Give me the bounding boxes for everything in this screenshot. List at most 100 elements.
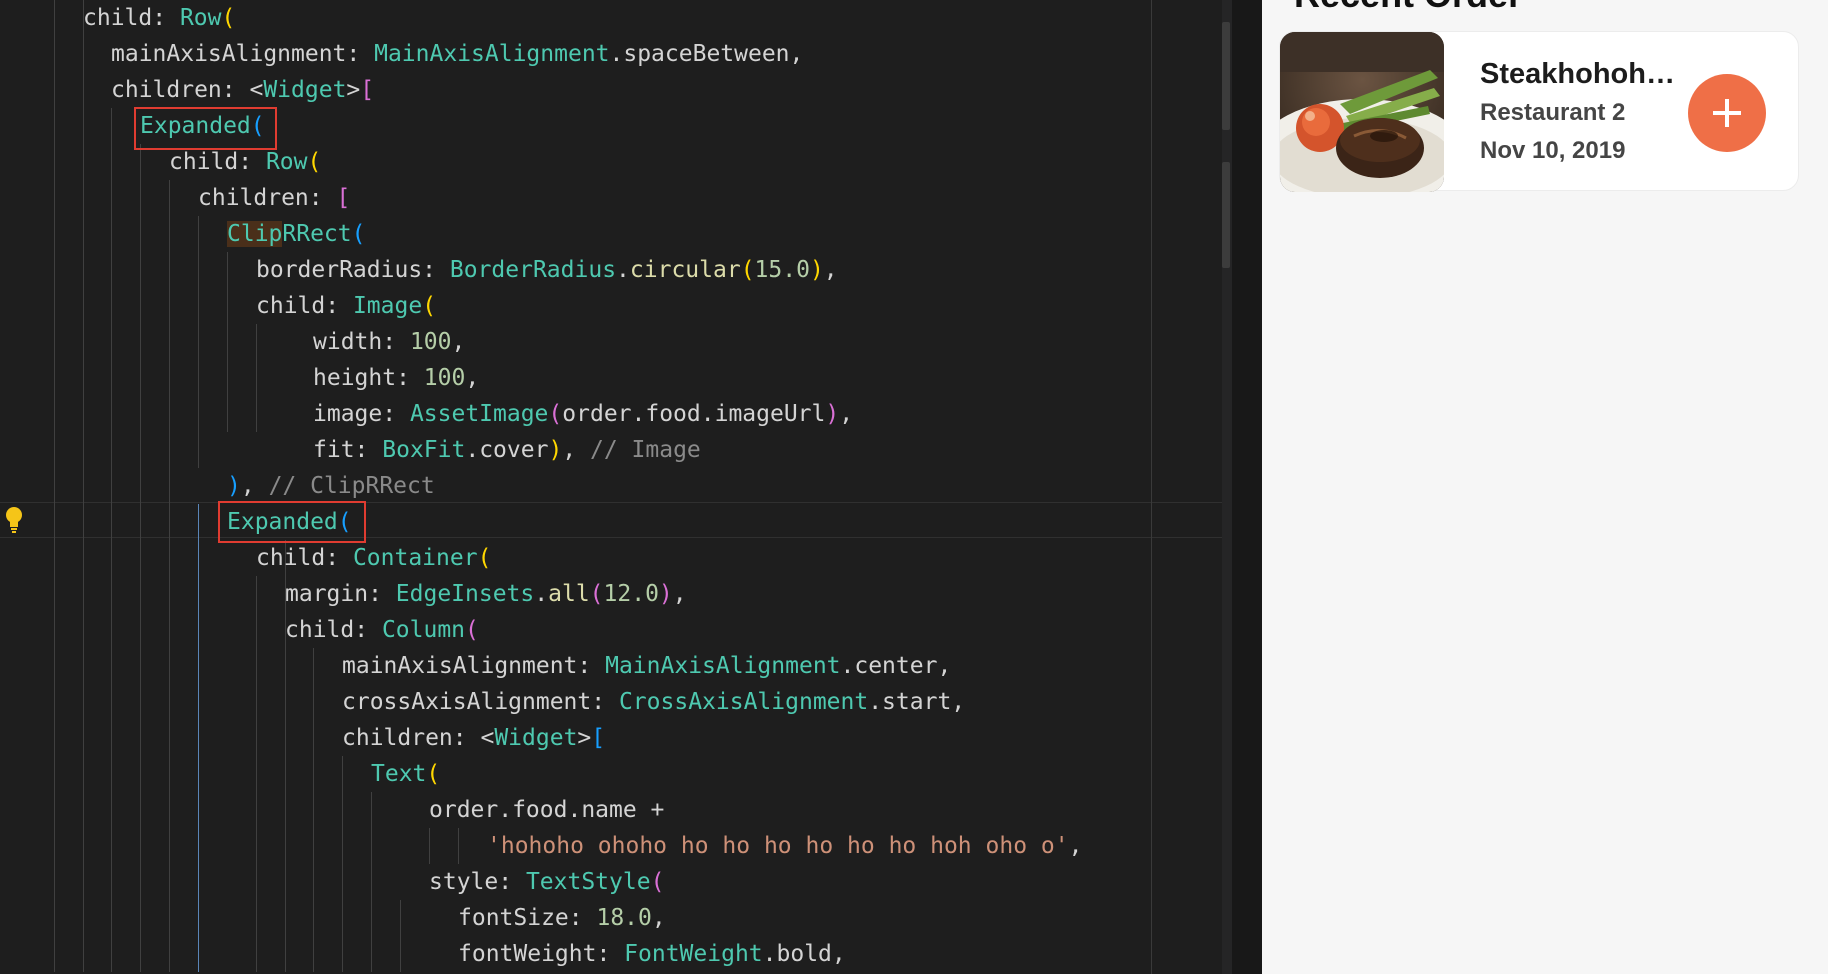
code-token: order.food.imageUrl	[562, 401, 826, 427]
add-to-cart-button[interactable]	[1688, 74, 1766, 152]
food-image	[1280, 32, 1444, 192]
editor-ruler	[1151, 0, 1152, 974]
code-token: children:	[198, 185, 337, 211]
editor-scrollbar[interactable]	[1222, 0, 1232, 974]
code-token: child:	[256, 545, 353, 571]
app-window: child: Row(mainAxisAlignment: MainAxisAl…	[0, 0, 1828, 974]
indent-guide	[169, 180, 170, 972]
indent-guide	[198, 216, 199, 468]
code-line: child: Container(	[256, 540, 491, 576]
code-token: CrossAxisAlignment	[618, 689, 869, 715]
code-token: ,	[465, 365, 480, 391]
code-token: (	[351, 221, 366, 247]
code-token: )	[658, 581, 673, 607]
order-food-name: Steakhohohoho ohoho ho ho ho ho ho ho ho…	[1480, 58, 1690, 90]
code-token: 12.0	[603, 581, 659, 607]
indent-guide	[198, 504, 199, 972]
code-token: ,	[823, 257, 838, 283]
code-token: 15.0	[754, 257, 810, 283]
code-token: .start,	[868, 689, 966, 715]
code-line: mainAxisAlignment: MainAxisAlignment.spa…	[111, 36, 803, 72]
code-token: borderRadius:	[256, 257, 450, 283]
code-token: (	[589, 581, 604, 607]
code-token: ,	[562, 437, 590, 463]
code-token: (	[650, 869, 665, 895]
code-line: borderRadius: BorderRadius.circular(15.0…	[256, 252, 838, 288]
code-token: ,	[651, 905, 666, 931]
code-token: Image	[352, 293, 423, 319]
code-line: fontWeight: FontWeight.bold,	[458, 936, 846, 972]
code-token: EdgeInsets	[395, 581, 535, 607]
code-token: MainAxisAlignment	[374, 41, 610, 67]
code-line: child: Image(	[256, 288, 436, 324]
code-line: children: <Widget>[	[111, 72, 374, 108]
indent-guide	[140, 144, 141, 972]
code-token: BoxFit	[382, 437, 466, 463]
code-line: height: 100,	[313, 360, 479, 396]
code-token: .spaceBetween,	[609, 41, 804, 67]
code-token: // Image	[590, 437, 701, 463]
code-token: (	[426, 761, 441, 787]
indent-guide	[342, 756, 343, 972]
code-token: (	[740, 257, 755, 283]
expanded-highlight-box-2	[218, 501, 366, 543]
scrollbar-thumb[interactable]	[1222, 162, 1230, 268]
code-token: height:	[313, 365, 424, 391]
section-title: Recent Order	[1294, 0, 1522, 16]
code-line: ), // ClipRRect	[227, 468, 435, 504]
code-token: 100	[409, 329, 452, 355]
code-token: .center,	[840, 653, 952, 679]
indent-guide	[400, 900, 401, 972]
app-preview: Recent Order	[1262, 0, 1828, 974]
code-token: (	[477, 545, 492, 571]
code-line: children: <Widget>[	[342, 720, 605, 756]
code-token: 'hohoho ohoho ho ho ho ho ho ho hoh oho …	[487, 833, 1069, 859]
code-line: mainAxisAlignment: MainAxisAlignment.cen…	[342, 648, 951, 684]
code-token: (	[465, 617, 479, 643]
code-token: Row	[265, 149, 308, 175]
code-token: Row	[179, 5, 222, 31]
lightbulb-icon[interactable]	[4, 505, 24, 535]
editor-gutter-edge	[1232, 0, 1262, 974]
code-line: fontSize: 18.0,	[458, 900, 666, 936]
code-token: )	[548, 437, 563, 463]
code-token: child:	[285, 617, 382, 643]
code-token: ,	[451, 329, 466, 355]
code-token: children: <	[111, 77, 264, 103]
code-editor[interactable]: child: Row(mainAxisAlignment: MainAxisAl…	[0, 0, 1262, 974]
code-token: crossAxisAlignment:	[342, 689, 619, 715]
code-token: [	[360, 77, 375, 103]
code-line: child: Row(	[83, 0, 235, 36]
current-line-highlight	[0, 502, 1230, 538]
order-date: Nov 10, 2019	[1480, 137, 1626, 164]
code-token: width:	[313, 329, 410, 355]
indent-guide	[313, 648, 314, 972]
code-token: (	[422, 293, 437, 319]
code-line: margin: EdgeInsets.all(12.0),	[285, 576, 687, 612]
code-token: style:	[429, 869, 526, 895]
scrollbar-thumb[interactable]	[1222, 22, 1230, 130]
code-token: AssetImage	[409, 401, 549, 427]
code-token: RRect	[282, 221, 352, 247]
recent-order-card[interactable]: Steakhohohoho ohoho ho ho ho ho ho ho ho…	[1279, 31, 1799, 192]
code-token: (	[548, 401, 563, 427]
code-token: child:	[83, 5, 180, 31]
code-token: Container	[352, 545, 478, 571]
code-line: crossAxisAlignment: CrossAxisAlignment.s…	[342, 684, 965, 720]
code-token: .	[616, 257, 630, 283]
code-token: // ClipRRect	[268, 473, 435, 499]
code-token: image:	[313, 401, 410, 427]
code-line: width: 100,	[313, 324, 465, 360]
code-token: Text	[371, 761, 427, 787]
code-token: .cover	[465, 437, 549, 463]
code-token: Widget	[494, 725, 578, 751]
code-token: .bold,	[762, 941, 846, 967]
code-token: MainAxisAlignment	[605, 653, 841, 679]
code-token: >	[346, 77, 361, 103]
code-token: Widget	[263, 77, 347, 103]
code-token: child:	[256, 293, 353, 319]
code-token: Column	[381, 617, 466, 643]
code-token: )	[825, 401, 840, 427]
indent-guide	[111, 108, 112, 972]
code-token: fontSize:	[458, 905, 597, 931]
